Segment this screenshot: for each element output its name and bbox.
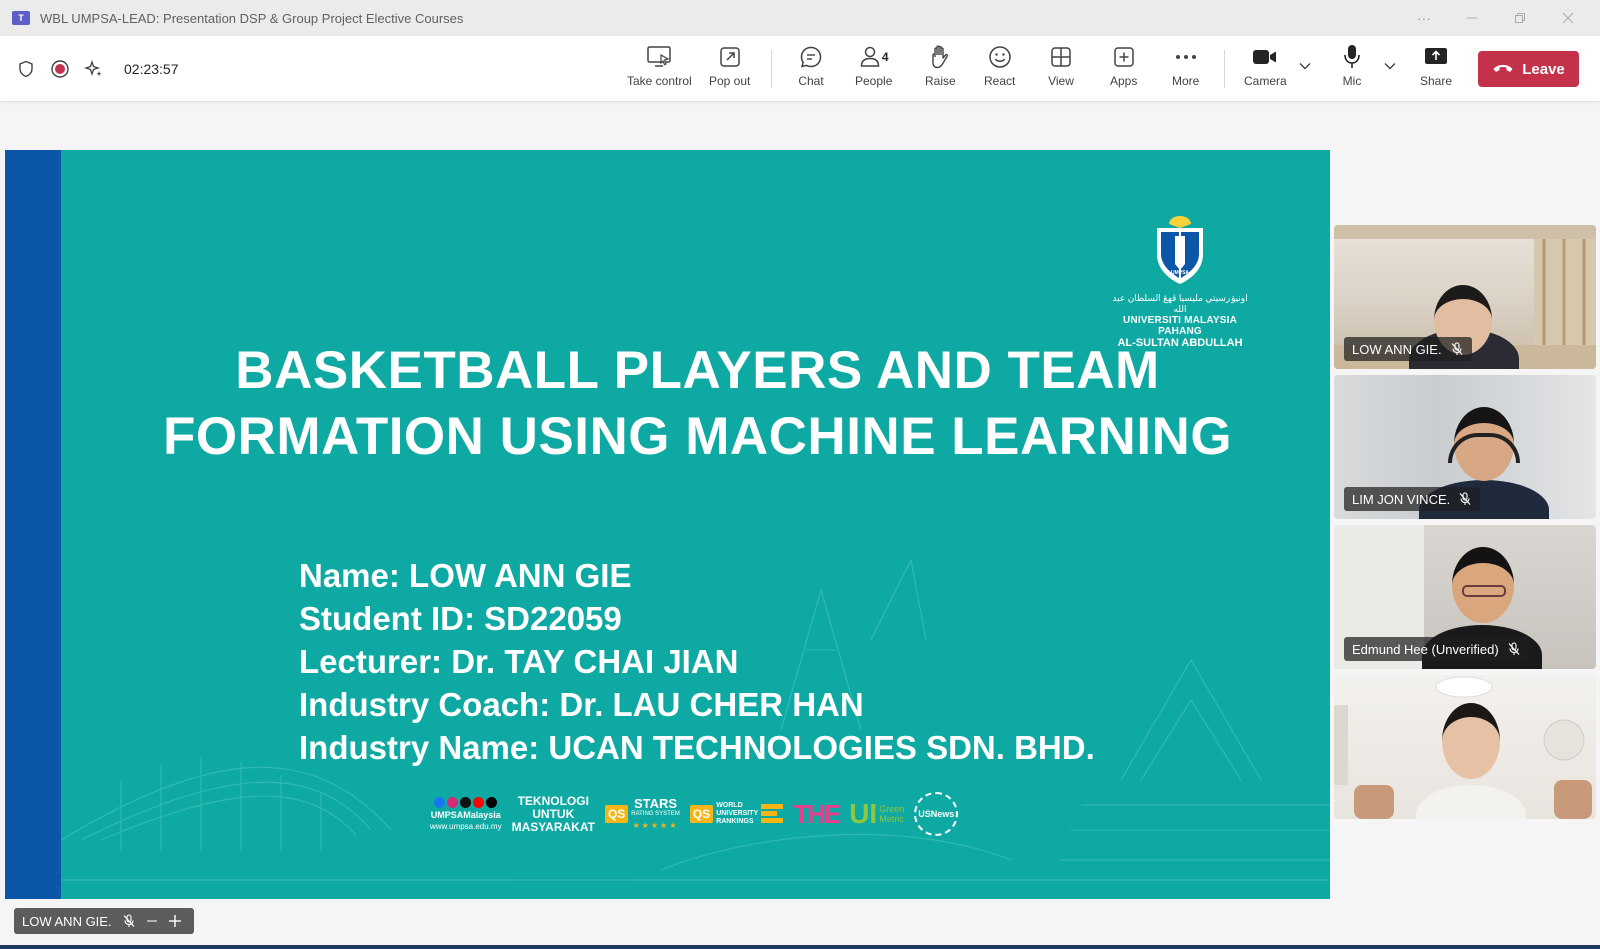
slide-side-bar [5, 150, 61, 899]
pop-out-button[interactable]: Pop out [709, 44, 750, 96]
people-count: 4 [881, 50, 889, 64]
slide-student-info: Name: LOW ANN GIE Student ID: SD22059 Le… [299, 554, 1095, 769]
people-button[interactable]: 4 People [855, 44, 892, 96]
close-button[interactable] [1544, 0, 1592, 36]
minimize-button[interactable] [1448, 0, 1496, 36]
mic-options-chevron-icon[interactable] [1382, 58, 1398, 74]
take-control-button[interactable]: Take control [627, 44, 692, 96]
participant-tile[interactable]: Edmund Hee (Unverified) [1334, 525, 1596, 669]
facebook-icon [434, 796, 446, 808]
minus-icon[interactable] [146, 915, 158, 927]
self-view-label[interactable]: LOW ANN GIE. [14, 908, 194, 934]
title-bar: T WBL UMPSA-LEAD: Presentation DSP & Gro… [0, 0, 1600, 36]
smiley-icon [987, 44, 1013, 70]
window-title: WBL UMPSA-LEAD: Presentation DSP & Group… [40, 10, 464, 26]
more-button[interactable]: More [1172, 44, 1199, 96]
rankings-bars-icon [761, 804, 784, 823]
shield-icon[interactable] [16, 59, 36, 79]
take-control-icon [646, 44, 672, 70]
social-media-block: UMPSAMalaysia www.umpsa.edu.my [430, 796, 502, 832]
sparkle-icon[interactable] [84, 59, 104, 79]
microphone-icon [1339, 44, 1365, 70]
pop-out-icon [717, 44, 743, 70]
meeting-status: 02:23:57 [16, 36, 179, 102]
instagram-icon [447, 796, 459, 808]
raise-hand-button[interactable]: Raise [925, 44, 956, 96]
the-rankings-logo: THE [793, 798, 841, 829]
window-controls: ··· [1400, 0, 1592, 36]
view-button[interactable]: View [1048, 44, 1074, 96]
svg-text:UMPSA: UMPSA [1171, 270, 1189, 276]
glasses-icon [1462, 585, 1506, 597]
social-icons [430, 796, 502, 808]
camera-options-chevron-icon[interactable] [1297, 58, 1313, 74]
toolbar-divider [1224, 50, 1225, 88]
react-button[interactable]: React [984, 44, 1015, 96]
qs-wur-logo: QS WORLD UNIVERSITY RANKINGS [689, 802, 784, 826]
qs-stars-logo: QS STARS RATING SYSTEM ★★★★★ [604, 797, 680, 831]
x-icon [460, 796, 472, 808]
restore-button[interactable] [1496, 0, 1544, 36]
student-name: Name: LOW ANN GIE [299, 557, 632, 594]
people-icon: 4 [856, 44, 892, 70]
participant-name-label: LIM JON VINCE. [1344, 487, 1481, 511]
slide-title: BASKETBALL PLAYERS AND TEAM FORMATION US… [162, 341, 1233, 466]
lecturer: Lecturer: Dr. TAY CHAI JIAN [299, 643, 739, 680]
toolbar-divider [771, 50, 772, 88]
youtube-icon [473, 796, 485, 808]
participant-face [1442, 703, 1500, 779]
mic-muted-icon [1451, 342, 1463, 355]
participant-tile[interactable]: LIM JON VINCE. [1334, 375, 1596, 519]
teams-icon: T [12, 11, 30, 25]
meeting-toolbar: 02:23:57 Take control Pop out Chat 4 Peo… [0, 36, 1600, 102]
mic-muted-icon [123, 914, 135, 927]
industry-name: Industry Name: UCAN TECHNOLOGIES SDN. BH… [299, 729, 1095, 766]
industry-coach: Industry Coach: Dr. LAU CHER HAN [299, 686, 864, 723]
mic-muted-icon [1508, 642, 1520, 655]
tiktok-icon [486, 796, 498, 808]
university-name-arabic: اونيۏرسيتي مليسيا ڤهڠ السلطان عبد الله [1112, 293, 1248, 314]
tagline-block: TEKNOLOGI UNTUK MASYARAKAT [511, 793, 595, 834]
mic-button[interactable]: Mic [1339, 44, 1365, 96]
participant-tile[interactable]: LOW ANN GIE. [1334, 225, 1596, 369]
chat-button[interactable]: Chat [798, 44, 824, 96]
stars-rating-icon: ★★★★★ [632, 820, 679, 830]
participant-name-label: Edmund Hee (Unverified) [1344, 637, 1529, 661]
leave-button[interactable]: Leave [1478, 51, 1579, 87]
mic-muted-icon [1459, 492, 1471, 505]
slide-footer-logos: UMPSAMalaysia www.umpsa.edu.my TEKNOLOGI… [430, 792, 959, 836]
ui-greenmetric-logo: UI Green Metric [849, 798, 905, 829]
window-bottom-edge [0, 945, 1600, 949]
umpsa-crest-icon: UMPSA [1157, 216, 1203, 284]
share-screen-icon [1423, 44, 1449, 70]
shared-presentation-slide: UMPSA اونيۏرسيتي مليسيا ڤهڠ السلطان عبد … [5, 150, 1330, 899]
university-logo: UMPSA اونيۏرسيتي مليسيا ڤهڠ السلطان عبد … [1105, 214, 1255, 349]
apps-button[interactable]: Apps [1110, 44, 1137, 96]
camera-button[interactable]: Camera [1244, 44, 1287, 96]
student-id: Student ID: SD22059 [299, 600, 622, 637]
more-options-icon[interactable]: ··· [1400, 0, 1448, 36]
university-name-line1: UNIVERSITI MALAYSIA PAHANG [1122, 315, 1237, 337]
usnews-badge: USNews [914, 792, 959, 836]
chat-icon [798, 44, 824, 70]
hand-icon [927, 44, 953, 70]
camera-icon [1252, 44, 1278, 70]
participant-name-label: LOW ANN GIE. [1344, 337, 1472, 361]
participant-tile[interactable] [1334, 675, 1596, 819]
share-button[interactable]: Share [1420, 44, 1452, 96]
recording-icon[interactable] [50, 59, 70, 79]
plus-icon[interactable] [168, 914, 182, 928]
ellipsis-icon [1173, 44, 1199, 70]
grid-view-icon [1048, 44, 1074, 70]
phone-hangup-icon [1492, 61, 1514, 78]
meeting-timer: 02:23:57 [124, 61, 179, 77]
add-app-icon [1111, 44, 1137, 70]
